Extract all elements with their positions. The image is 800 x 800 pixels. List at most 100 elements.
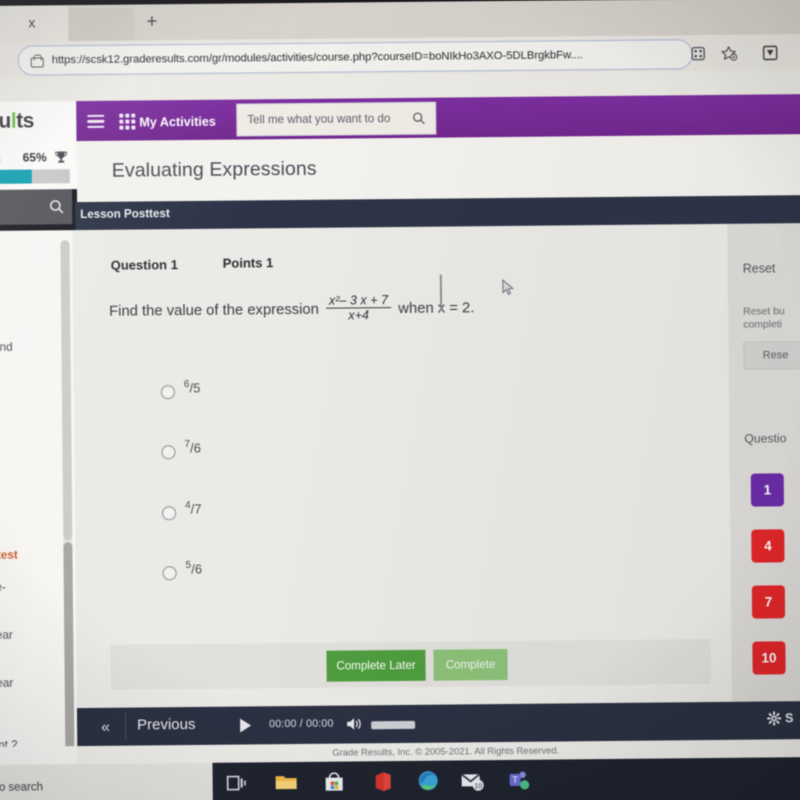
extension-icon[interactable] — [762, 44, 779, 61]
double-chevron-left-icon[interactable]: « — [101, 719, 110, 737]
sidebar-item-8[interactable]: Linear — [0, 628, 72, 643]
reset-button[interactable]: Rese — [743, 341, 800, 370]
grid-apps-icon[interactable] — [119, 113, 136, 130]
total-time: 00:00 — [306, 717, 334, 730]
tab-close-icon[interactable]: x — [28, 14, 35, 30]
footer-left-pad — [0, 746, 78, 765]
answer-option-label: 5/6 — [185, 560, 203, 577]
answer-denominator: 6 — [193, 440, 201, 456]
answer-option-label: 6/5 — [183, 379, 201, 396]
reset-section-description: Reset bu completi — [743, 306, 785, 331]
answer-option-label: 7/6 — [184, 439, 201, 456]
question-nav-button-10[interactable]: 10 — [752, 641, 786, 675]
page-title: Evaluating Expressions — [111, 157, 317, 182]
progress-percent: 65% — [22, 150, 47, 165]
current-time: 00:00 — [269, 718, 297, 731]
trophy-icon — [55, 150, 68, 164]
teams-icon[interactable]: T — [506, 768, 531, 793]
taskbar-search-text[interactable]: to search — [0, 781, 43, 793]
microsoft-store-icon[interactable] — [322, 770, 347, 795]
question-nav-button-1[interactable]: 1 — [750, 473, 785, 507]
speaker-icon[interactable] — [346, 716, 363, 731]
volume-slider[interactable] — [371, 720, 416, 730]
sidebar-item-3[interactable]: ing sion — [0, 386, 70, 415]
sidebar-item-1[interactable]: ent — [0, 292, 69, 307]
search-placeholder: Tell me what you want to do — [247, 112, 391, 127]
question-nav-button-7[interactable]: 7 — [751, 585, 786, 619]
radio-button[interactable] — [162, 566, 177, 581]
question-prompt-suffix: when x = 2. — [398, 300, 475, 317]
player-settings-label: S — [785, 711, 794, 726]
sidebar-item-9[interactable]: Linear — [0, 676, 73, 691]
task-view-icon[interactable] — [224, 770, 249, 795]
answer-option-1[interactable]: 7/6 — [74, 435, 374, 476]
browser-tab-active[interactable] — [68, 7, 135, 44]
edge-icon[interactable] — [416, 769, 441, 794]
search-input[interactable]: Tell me what you want to do — [236, 101, 437, 137]
left-nav-search[interactable] — [0, 189, 73, 225]
player-settings[interactable]: S — [767, 711, 794, 726]
svg-text:T: T — [512, 775, 518, 785]
answer-numerator: 7 — [184, 439, 191, 451]
questions-label: Questio — [744, 431, 787, 446]
new-tab-button[interactable]: + — [146, 11, 157, 32]
brand-logo-text: su — [0, 109, 11, 133]
right-rail: Reset Reset bu completi Rese Questio 1 4… — [727, 223, 800, 702]
question-prompt-prefix: Find the value of the expression — [109, 301, 319, 320]
answer-denominator: 5 — [192, 380, 201, 396]
answer-option-0[interactable]: 6/5 — [74, 375, 374, 416]
question-nav-button-4[interactable]: 4 — [751, 529, 785, 563]
divider — [124, 712, 127, 741]
complete-button[interactable]: Complete — [433, 648, 508, 681]
answer-option-3[interactable]: 5/6 — [76, 556, 376, 597]
lesson-section-label: Lesson Posttest — [80, 207, 170, 222]
previous-button[interactable]: Previous — [137, 716, 196, 734]
answer-option-label: 4/7 — [184, 500, 202, 517]
footer-copyright: Grade Results, Inc. © 2005-2021. All Rig… — [332, 744, 560, 758]
sidebar-item-6[interactable]: osttest — [0, 548, 72, 563]
sidebar-item-7[interactable]: One- — [0, 580, 72, 595]
mail-icon[interactable]: 10 — [460, 768, 485, 793]
sidebar-item-5[interactable]: ntal — [0, 516, 71, 531]
answer-numerator: 6 — [183, 379, 190, 391]
favorites-star-gear-icon[interactable] — [721, 45, 738, 62]
fraction-denominator: x+4 — [326, 307, 392, 323]
radio-button[interactable] — [162, 506, 177, 521]
radio-button[interactable] — [161, 445, 176, 460]
answer-option-2[interactable]: 4/7 — [75, 496, 375, 537]
radio-button[interactable] — [160, 385, 175, 400]
hamburger-icon[interactable] — [87, 114, 105, 129]
time-separator: / — [299, 717, 303, 730]
question-fraction: x²– 3 x + 7 x+4 — [326, 293, 392, 323]
question-prompt: Find the value of the expression x²– 3 x… — [109, 293, 475, 326]
question-number-label: Question 1 — [110, 257, 178, 273]
question-points: Points 1 — [222, 255, 274, 271]
search-icon[interactable] — [49, 199, 64, 214]
complete-later-button[interactable]: Complete Later — [326, 649, 426, 682]
brand-logo: sults — [0, 110, 34, 134]
address-bar-url: https://scsk12.graderesults.com/gr/modul… — [51, 49, 583, 67]
gear-icon — [767, 711, 782, 726]
question-number: Question 1 — [111, 256, 178, 275]
collections-icon[interactable] — [690, 45, 707, 62]
sidebar-item-2[interactable]: es and — [0, 340, 70, 355]
my-activities-button[interactable]: My Activities — [139, 115, 216, 130]
answer-denominator: 7 — [194, 501, 202, 517]
player-time: 00:00 / 00:00 — [269, 718, 334, 731]
quiz-panel: Question 1 Points 1 Find the value of th… — [72, 223, 800, 709]
mouse-cursor — [502, 278, 515, 296]
sidebar-item-4[interactable]: ting — [0, 437, 70, 452]
reset-section-title: Reset — [742, 261, 776, 276]
sidebar-item-0[interactable]: l — [0, 243, 69, 258]
lock-icon — [30, 53, 44, 68]
mail-badge-count: 10 — [474, 783, 482, 790]
office-icon[interactable] — [370, 769, 395, 794]
answer-numerator: 4 — [184, 500, 191, 512]
answer-numerator: 5 — [185, 560, 192, 572]
photographed-screen: x + https://scsk12.graderesults.com/gr/m… — [0, 0, 800, 800]
search-icon — [412, 112, 425, 125]
file-explorer-icon[interactable] — [274, 770, 299, 795]
answer-denominator: 6 — [194, 561, 203, 577]
fraction-numerator: x²– 3 x + 7 — [328, 293, 389, 308]
play-icon[interactable] — [240, 718, 252, 733]
